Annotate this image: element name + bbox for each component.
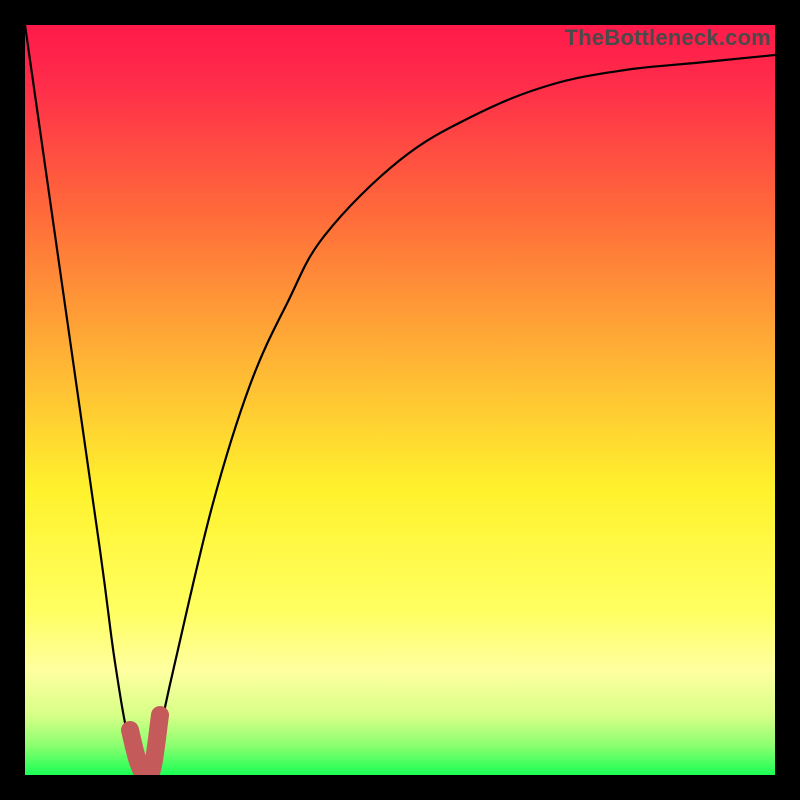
plot-area: TheBottleneck.com xyxy=(25,25,775,775)
highlight-segment xyxy=(130,715,160,775)
bottleneck-curve xyxy=(25,25,775,775)
chart-frame: TheBottleneck.com xyxy=(0,0,800,800)
curve-layer xyxy=(25,25,775,775)
